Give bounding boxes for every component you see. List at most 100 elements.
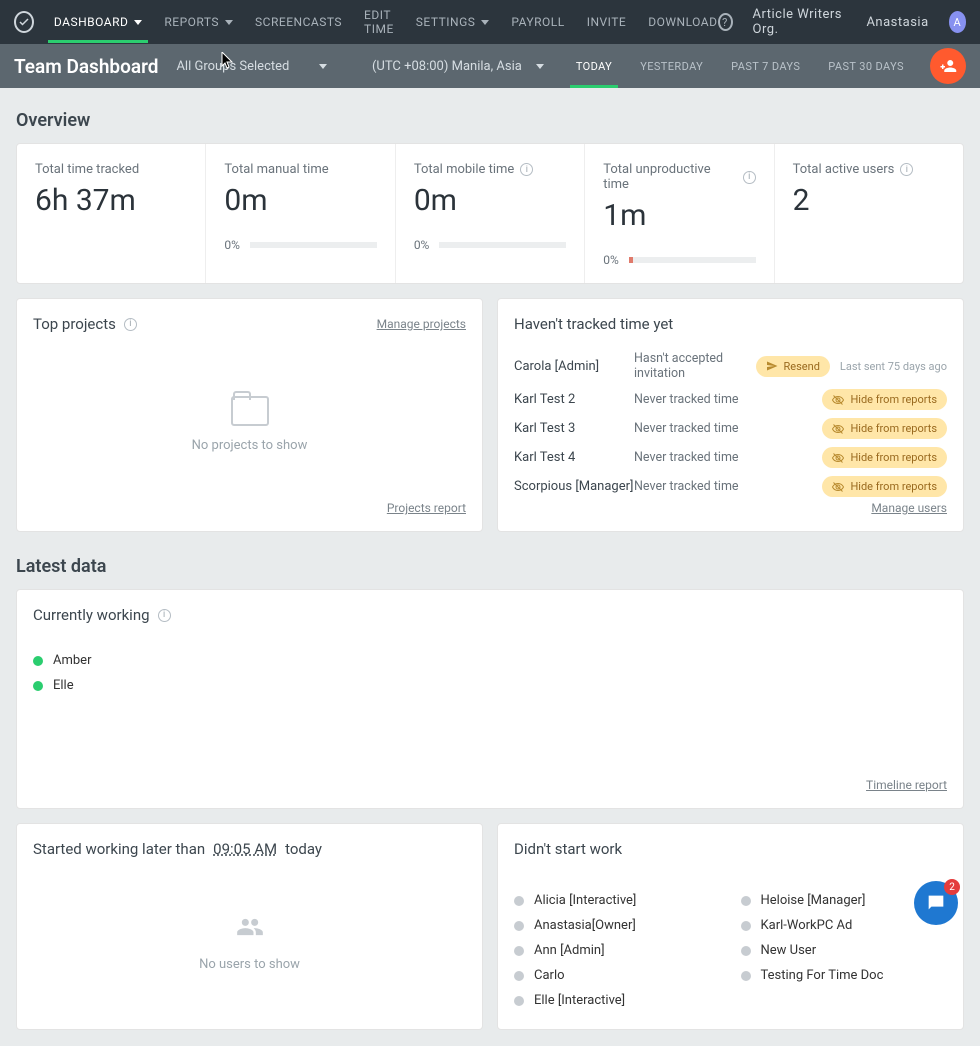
avatar[interactable]: A — [949, 11, 966, 33]
user-name[interactable]: Anastasia — [866, 15, 928, 30]
nav-download[interactable]: DOWNLOAD — [648, 1, 717, 43]
stat-tracked-value: 6h 37m — [35, 183, 187, 218]
working-user: Elle — [33, 673, 947, 698]
didnt-start-card: Didn't start work Alicia [Interactive] An… — [497, 823, 964, 1030]
not-tracked-title: Haven't tracked time yet — [514, 315, 673, 333]
nav-payroll-label: PAYROLL — [511, 15, 564, 29]
nav-edit-time[interactable]: EDIT TIME — [364, 0, 394, 50]
eye-off-icon — [832, 452, 844, 464]
not-tracked-row: Karl Test 3Never tracked timeHide from r… — [514, 414, 947, 443]
nt-name: Scorpious [Manager] — [514, 479, 634, 494]
manage-users-link[interactable]: Manage users — [871, 501, 947, 515]
working-user-name: Elle — [53, 678, 74, 693]
didnt-start-user-name: Elle [Interactive] — [534, 993, 625, 1008]
add-user-button[interactable] — [930, 48, 966, 84]
nt-status: Never tracked time — [634, 421, 822, 436]
didnt-start-user-name: Ann [Admin] — [534, 943, 605, 958]
range-today[interactable]: TODAY — [570, 45, 618, 88]
topbar: DASHBOARD REPORTS SCREENCASTS EDIT TIME … — [0, 0, 980, 44]
range-past7-label: PAST 7 DAYS — [731, 60, 800, 73]
status-dot-icon — [514, 996, 524, 1006]
chat-badge: 2 — [944, 879, 960, 895]
didnt-start-user: Alicia [Interactive] — [514, 888, 721, 913]
folder-icon — [231, 396, 269, 426]
manage-projects-link[interactable]: Manage projects — [377, 317, 466, 331]
not-tracked-row: Karl Test 2Never tracked timeHide from r… — [514, 385, 947, 414]
last-sent-label: Last sent 75 days ago — [840, 360, 947, 373]
chevron-down-icon — [536, 64, 544, 69]
didnt-start-user-name: New User — [761, 943, 817, 958]
stat-active-label: Total active users — [793, 162, 895, 177]
timezone-selector[interactable]: (UTC +08:00) Manila, Asia — [372, 59, 544, 74]
top-projects-title: Top projects — [33, 315, 116, 333]
info-icon[interactable]: i — [900, 163, 913, 176]
stat-mobile-value: 0m — [414, 183, 566, 218]
hide-from-reports-button[interactable]: Hide from reports — [822, 447, 947, 468]
org-name[interactable]: Article Writers Org. — [753, 7, 847, 37]
nav-screencasts[interactable]: SCREENCASTS — [255, 1, 342, 43]
didnt-start-user-name: Alicia [Interactive] — [534, 893, 636, 908]
status-dot-icon — [741, 971, 751, 981]
didnt-start-user: Testing For Time Doc — [741, 963, 948, 988]
range-yesterday[interactable]: YESTERDAY — [634, 45, 709, 88]
bar-fill — [629, 257, 633, 263]
didnt-start-user-name: Anastasia[Owner] — [534, 918, 636, 933]
nt-name: Karl Test 2 — [514, 392, 634, 407]
nt-status: Hasn't accepted invitation — [634, 351, 756, 381]
info-icon[interactable]: i — [124, 318, 137, 331]
nav-settings-label: SETTINGS — [416, 15, 476, 29]
didnt-start-user: Ann [Admin] — [514, 938, 721, 963]
didnt-start-user-name: Testing For Time Doc — [761, 968, 884, 983]
status-dot-icon — [514, 946, 524, 956]
nt-name: Karl Test 4 — [514, 450, 634, 465]
hide-from-reports-button[interactable]: Hide from reports — [822, 418, 947, 439]
nt-status: Never tracked time — [634, 450, 822, 465]
nav-invite-label: INVITE — [587, 15, 627, 29]
timeline-report-link[interactable]: Timeline report — [866, 778, 947, 792]
stat-manual-value: 0m — [224, 183, 376, 218]
didnt-start-user: Carlo — [514, 963, 721, 988]
working-user: Amber — [33, 648, 947, 673]
resend-button[interactable]: Resend — [756, 356, 830, 377]
logo-icon — [14, 11, 34, 33]
nav-reports-label: REPORTS — [164, 15, 219, 29]
nt-status: Never tracked time — [634, 392, 822, 407]
didnt-start-user-name: Carlo — [534, 968, 565, 983]
nav-payroll[interactable]: PAYROLL — [511, 1, 564, 43]
top-projects-card: Top projects i Manage projects No project… — [16, 298, 483, 532]
currently-working-card: Currently workingi AmberElle Timeline re… — [16, 589, 964, 809]
range-yesterday-label: YESTERDAY — [640, 60, 703, 73]
nav-reports[interactable]: REPORTS — [164, 1, 233, 43]
group-selector[interactable]: All Groups Selected — [176, 59, 327, 74]
started-later-prefix: Started working later than — [33, 840, 205, 858]
help-icon[interactable]: ? — [718, 13, 733, 31]
stat-mobile: Total mobile timei 0m 0% — [396, 144, 585, 283]
hide-from-reports-button[interactable]: Hide from reports — [822, 389, 947, 410]
nav-dashboard[interactable]: DASHBOARD — [54, 1, 142, 43]
status-dot-icon — [33, 656, 43, 666]
range-past7[interactable]: PAST 7 DAYS — [725, 45, 806, 88]
didnt-start-title: Didn't start work — [514, 840, 622, 858]
eye-off-icon — [832, 481, 844, 493]
nt-name: Karl Test 3 — [514, 421, 634, 436]
not-tracked-row: Karl Test 4Never tracked timeHide from r… — [514, 443, 947, 472]
working-user-name: Amber — [53, 653, 91, 668]
stat-manual-bar — [250, 242, 377, 248]
info-icon[interactable]: i — [743, 171, 756, 184]
date-range-tabs: TODAY YESTERDAY PAST 7 DAYS PAST 30 DAYS — [570, 45, 910, 88]
nav-settings[interactable]: SETTINGS — [416, 1, 490, 43]
range-past30-label: PAST 30 DAYS — [828, 60, 904, 73]
didnt-start-user: Anastasia[Owner] — [514, 913, 721, 938]
currently-working-list: Amber Elle — [33, 648, 947, 698]
didnt-start-col1: Alicia [Interactive] Anastasia[Owner] Ann … — [514, 888, 721, 1013]
started-later-time[interactable]: 09:05 AM — [213, 840, 277, 858]
projects-report-link[interactable]: Projects report — [387, 501, 466, 515]
hide-from-reports-button[interactable]: Hide from reports — [822, 476, 947, 497]
top-projects-empty: No projects to show — [192, 438, 308, 453]
info-icon[interactable]: i — [520, 163, 533, 176]
timezone-label: (UTC +08:00) Manila, Asia — [372, 59, 522, 74]
info-icon[interactable]: i — [158, 609, 171, 622]
chat-button[interactable]: 2 — [914, 881, 958, 925]
nav-invite[interactable]: INVITE — [587, 1, 627, 43]
range-past30[interactable]: PAST 30 DAYS — [822, 45, 910, 88]
